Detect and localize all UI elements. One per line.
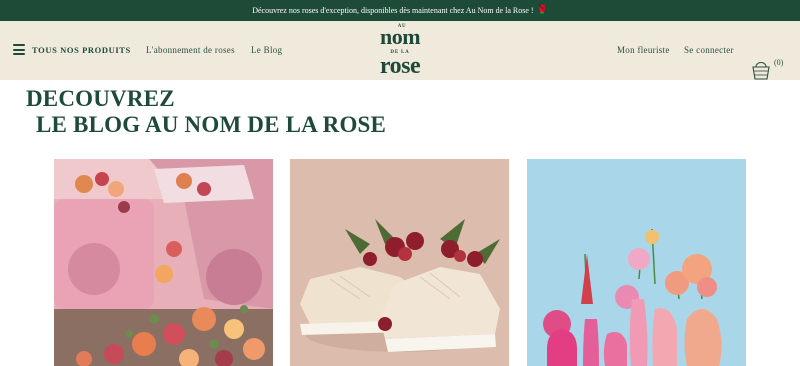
page-title-line1: DECOUVREZ [26,86,175,111]
hamburger-icon[interactable] [13,44,25,55]
blog-card-pink-vases[interactable] [527,159,746,366]
basket-icon[interactable] [748,57,774,83]
pink-vases-image [527,159,746,366]
site-logo[interactable]: AU nom DE LA rose [372,21,432,80]
pink-car-flowers-image [54,159,273,366]
all-products-menu[interactable]: TOUS NOS PRODUITS [32,45,131,55]
blog-card-sneakers-roses[interactable] [290,159,509,366]
logo-rose: rose [379,53,421,79]
logo-nom: nom [379,24,421,49]
rose-emoji-icon: 🌹 [536,5,548,15]
announcement-bar: Découvrez nos roses d'exception, disponi… [0,0,800,21]
announcement-text: Découvrez nos roses d'exception, disponi… [252,6,534,15]
sneakers-roses-image [290,159,509,366]
nav-link-subscription[interactable]: L'abonnement de roses [146,45,235,55]
nav-link-login[interactable]: Se connecter [684,45,734,55]
nav-link-florist[interactable]: Mon fleuriste [617,45,670,55]
page-title-line2: LE BLOG AU NOM DE LA ROSE [36,112,387,137]
blog-card-pink-car[interactable] [54,159,273,366]
cart-count: (0) [774,58,784,67]
nav-link-blog[interactable]: Le Blog [251,45,282,55]
